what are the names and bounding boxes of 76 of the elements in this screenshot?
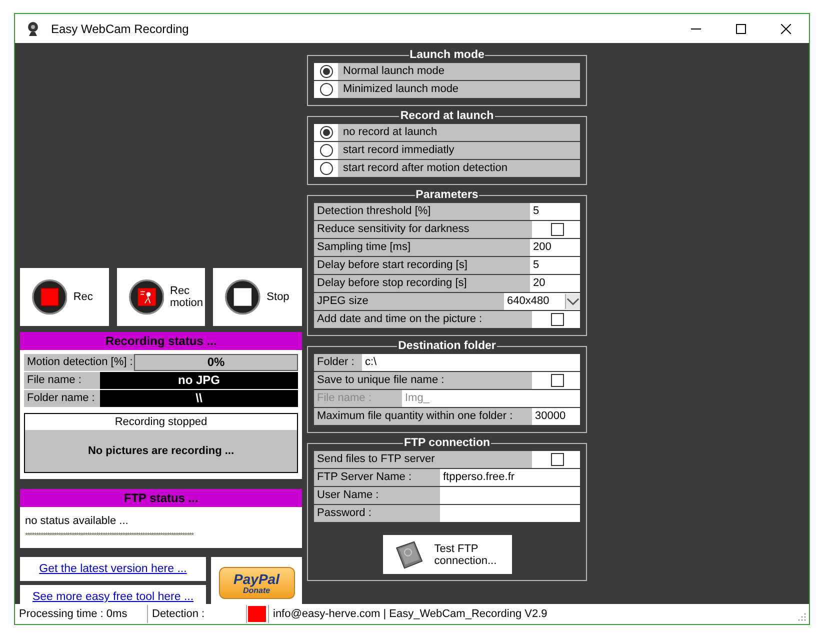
radio-button[interactable] (320, 83, 332, 96)
record-icon (32, 277, 68, 317)
input-field[interactable]: 5 (530, 257, 580, 274)
field-label: Sampling time [ms] (314, 239, 530, 256)
input-field[interactable] (440, 487, 580, 504)
input-field[interactable]: 5 (530, 203, 580, 220)
radio-option[interactable]: start record after motion detection (314, 160, 580, 178)
radio-option[interactable]: Minimized launch mode (314, 81, 580, 99)
field-label: Delay before stop recording [s] (314, 275, 530, 292)
file-name-value: no JPG (100, 372, 298, 389)
field-label: Maximum file quantity within one folder : (314, 408, 532, 425)
paypal-donate-button[interactable]: PayPal Donate (218, 567, 294, 599)
checkbox[interactable] (551, 313, 564, 326)
radio-button[interactable] (320, 162, 332, 175)
detection-indicator-icon (248, 606, 266, 622)
motion-record-icon (128, 277, 164, 317)
stop-icon (225, 277, 261, 317)
checkbox[interactable] (551, 223, 564, 236)
radio-button[interactable] (320, 126, 332, 139)
group-title: Launch mode (408, 49, 486, 61)
checkbox[interactable] (551, 453, 564, 466)
input-field[interactable]: 20 (530, 275, 580, 292)
field-label: Reduce sensitivity for darkness (314, 221, 532, 238)
field-label: Add date and time on the picture : (314, 311, 532, 328)
panel-title: FTP status ... (20, 489, 302, 507)
recording-message: No pictures are recording ... (25, 430, 297, 472)
link[interactable]: See more easy free tool here ... (32, 591, 194, 603)
processing-time: Processing time : 0ms (15, 605, 148, 623)
group-title: Destination folder (397, 340, 497, 352)
input-field[interactable]: 30000 (532, 408, 580, 425)
field-label: Delay before start recording [s] (314, 257, 530, 274)
field-label: File name : (314, 390, 402, 407)
link[interactable]: Get the latest version here ... (39, 563, 187, 575)
app-info: info@easy-herve.com | Easy_WebCam_Recording V2.9 (272, 607, 548, 622)
field-label: Folder : (314, 354, 362, 371)
input-field[interactable]: c:\ (362, 354, 580, 371)
motion-value: 0% (134, 354, 298, 371)
radio-option[interactable]: no record at launch (314, 124, 580, 142)
status-message: no status available ... (24, 514, 130, 529)
maximize-icon[interactable] (736, 24, 746, 34)
field-label: Send files to FTP server (314, 451, 532, 468)
recording-state: Recording stopped (114, 415, 208, 430)
group-title: FTP connection (402, 437, 492, 449)
radio-button[interactable] (320, 144, 332, 157)
field-label: Detection threshold [%] (314, 203, 530, 220)
field-label: User Name : (314, 487, 440, 504)
test-ftp-button[interactable]: Test FTP connection... (382, 535, 512, 574)
separator-text: **************************************************************************** (24, 531, 195, 542)
radio-option[interactable]: start record immediatly (314, 142, 580, 160)
dropdown[interactable]: 640x480 (504, 293, 580, 310)
field-label: File name : (24, 372, 100, 389)
radio-button[interactable] (320, 65, 332, 78)
chevron-down-icon (565, 294, 580, 309)
group-title: Record at launch (399, 110, 495, 122)
field-label: Folder name : (24, 390, 100, 407)
field-label: Motion detection [%] : (24, 354, 134, 371)
field-label: FTP Server Name : (314, 469, 440, 486)
window-title: Easy WebCam Recording (51, 22, 189, 36)
close-icon[interactable] (781, 24, 791, 34)
field-label: Password : (314, 505, 440, 522)
radio-option[interactable]: Normal launch mode (314, 63, 580, 81)
checkbox[interactable] (551, 374, 564, 387)
panel-title: Recording status ... (20, 332, 302, 350)
record-button[interactable]: Stop (213, 268, 302, 326)
field-label: Save to unique file name : (314, 372, 532, 389)
resize-grip-icon (798, 613, 806, 621)
folder-name-value: \\ (100, 390, 298, 407)
webcam-icon (25, 20, 41, 36)
input-field[interactable] (440, 505, 580, 522)
detection-label: Detection : (148, 605, 247, 623)
field-label: JPEG size (314, 293, 504, 310)
input-field[interactable]: ftpperso.free.fr (440, 469, 580, 486)
input-field[interactable]: 200 (530, 239, 580, 256)
record-button[interactable]: Rec (20, 268, 109, 326)
group-title: Parameters (414, 189, 480, 201)
record-button[interactable]: Rec motion (116, 268, 206, 326)
